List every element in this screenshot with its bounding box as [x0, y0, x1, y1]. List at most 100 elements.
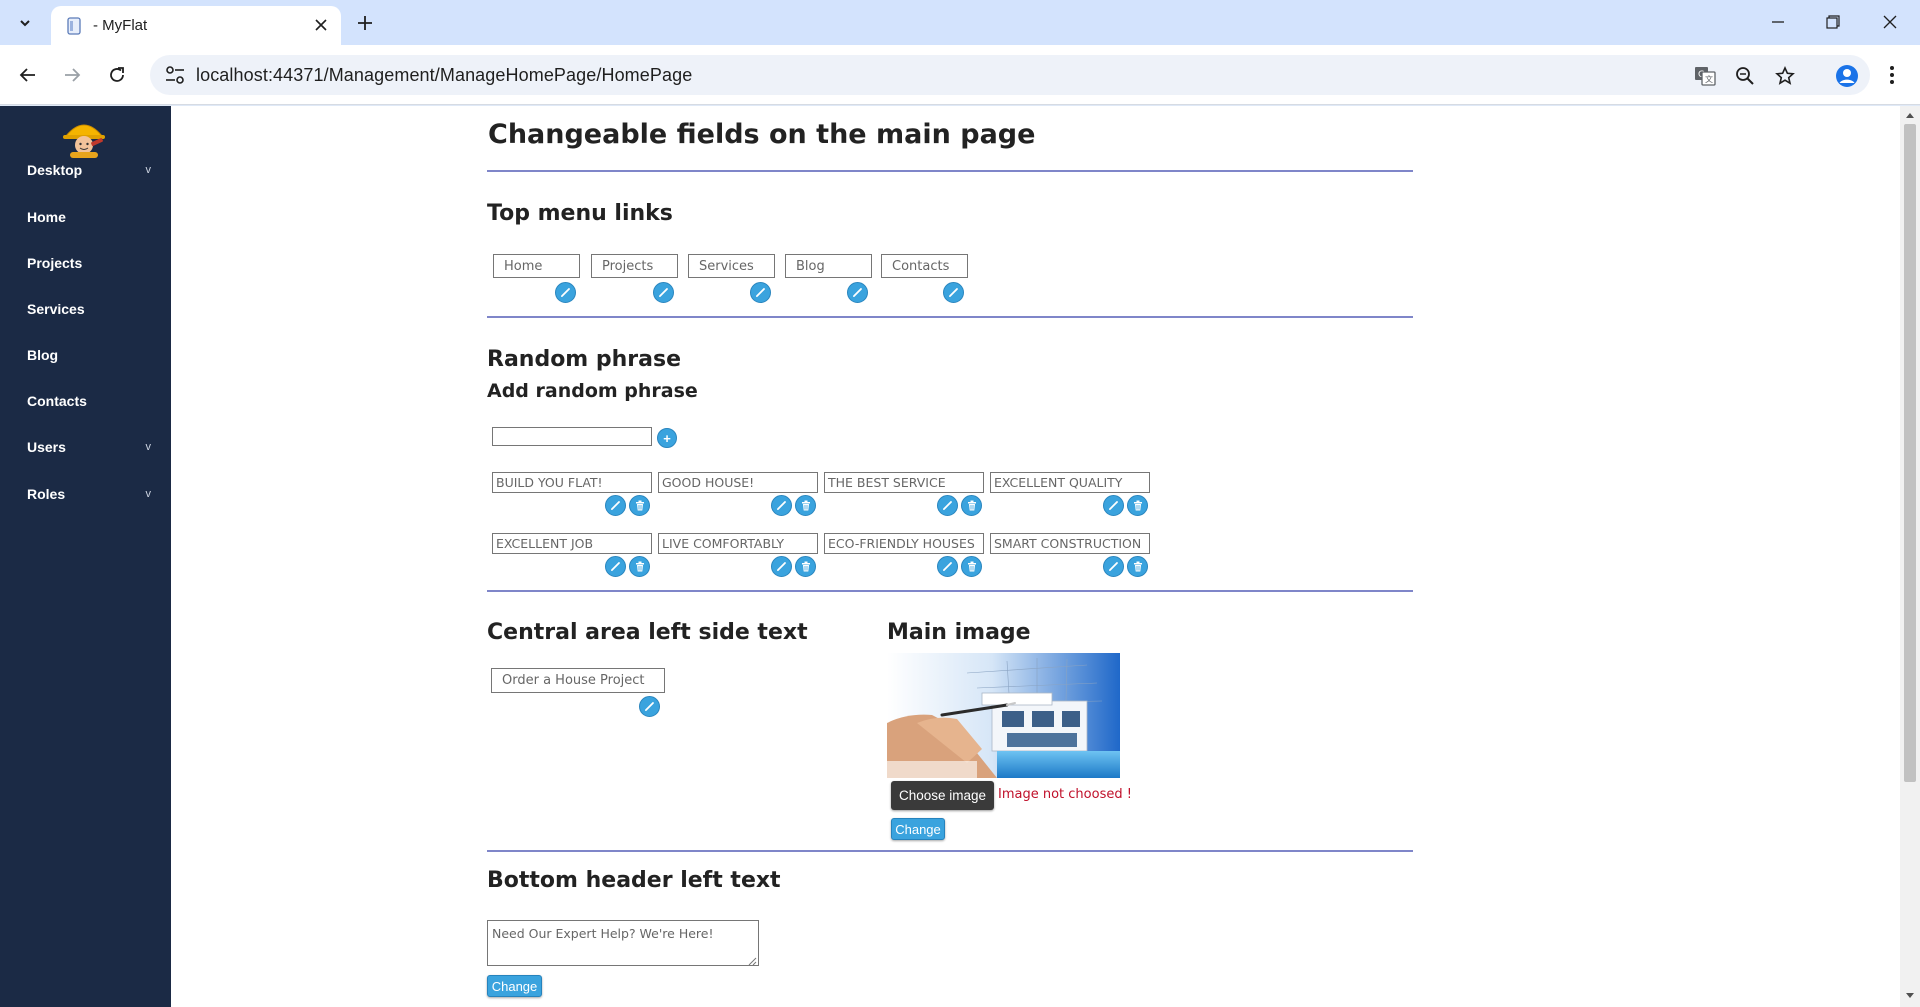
sidebar-item-roles[interactable]: Roles v	[0, 474, 171, 514]
pencil-icon	[942, 500, 953, 511]
resize-handle-icon[interactable]	[747, 954, 757, 966]
bookmark-star-icon[interactable]	[1772, 63, 1798, 89]
pencil-icon	[948, 287, 959, 298]
phrase-input[interactable]: SMART CONSTRUCTION	[990, 533, 1150, 554]
central-text-input[interactable]: Order a House Project	[491, 668, 665, 693]
pencil-icon	[852, 287, 863, 298]
url-text[interactable]: localhost:44371/Management/ManageHomePag…	[196, 65, 692, 86]
delete-phrase-button[interactable]	[795, 495, 816, 516]
bottom-header-textarea[interactable]: Need Our Expert Help? We're Here!	[487, 920, 759, 966]
pencil-icon	[1108, 561, 1119, 572]
edit-phrase-button[interactable]	[771, 495, 792, 516]
edit-menu-link-button[interactable]	[555, 282, 576, 303]
change-image-button[interactable]: Change	[891, 818, 945, 840]
central-text-heading: Central area left side text	[487, 620, 808, 645]
menu-link-input[interactable]: Home	[493, 254, 580, 278]
tab-title: - MyFlat	[93, 17, 148, 34]
edit-phrase-button[interactable]	[937, 495, 958, 516]
change-bottom-text-button[interactable]: Change	[487, 975, 542, 997]
profile-avatar-icon[interactable]	[1832, 61, 1862, 91]
page-scrollbar[interactable]	[1900, 106, 1920, 1007]
chevron-down-icon: v	[145, 488, 152, 500]
translate-icon[interactable]: G文	[1692, 63, 1718, 89]
phrase-input[interactable]: LIVE COMFORTABLY	[658, 533, 818, 554]
page-favicon-icon	[65, 16, 83, 35]
edit-phrase-button[interactable]	[1103, 556, 1124, 577]
close-window-icon[interactable]	[1870, 8, 1910, 36]
sidebar-item-users[interactable]: Users v	[0, 427, 171, 467]
pencil-icon	[610, 500, 621, 511]
new-tab-plus-icon[interactable]	[352, 10, 378, 36]
minimize-window-icon[interactable]	[1758, 8, 1798, 36]
trash-icon	[1133, 500, 1143, 511]
phrase-input[interactable]: EXCELLENT JOB	[492, 533, 652, 554]
delete-phrase-button[interactable]	[1127, 556, 1148, 577]
phrase-input[interactable]: EXCELLENT QUALITY	[990, 472, 1150, 493]
phrase-input[interactable]: GOOD HOUSE!	[658, 472, 818, 493]
delete-phrase-button[interactable]	[629, 495, 650, 516]
sidebar-item-label: Blog	[27, 347, 59, 363]
tab-search-chevron-icon[interactable]	[12, 10, 38, 36]
pencil-icon	[1108, 500, 1119, 511]
trash-icon	[635, 500, 645, 511]
plus-icon: +	[663, 430, 671, 446]
edit-phrase-button[interactable]	[1103, 495, 1124, 516]
scrollbar-thumb[interactable]	[1904, 124, 1916, 782]
zoom-icon[interactable]	[1732, 63, 1758, 89]
pencil-icon	[776, 561, 787, 572]
edit-menu-link-button[interactable]	[750, 282, 771, 303]
sidebar-item-label: Roles	[27, 486, 66, 502]
svg-text:文: 文	[1705, 74, 1713, 84]
delete-phrase-button[interactable]	[961, 495, 982, 516]
sidebar-item-contacts[interactable]: Contacts	[0, 381, 171, 421]
menu-link-input[interactable]: Contacts	[881, 254, 968, 278]
delete-phrase-button[interactable]	[1127, 495, 1148, 516]
page-viewport: Desktop v Home Projects Services Blog Co…	[0, 106, 1920, 1007]
sidebar-item-blog[interactable]: Blog	[0, 335, 171, 375]
site-info-icon[interactable]	[164, 65, 186, 85]
edit-phrase-button[interactable]	[937, 556, 958, 577]
edit-menu-link-button[interactable]	[653, 282, 674, 303]
scroll-down-arrow-icon[interactable]	[1905, 991, 1915, 1001]
choose-image-button[interactable]: Choose image	[891, 781, 994, 810]
edit-phrase-button[interactable]	[605, 495, 626, 516]
edit-menu-link-button[interactable]	[847, 282, 868, 303]
edit-central-text-button[interactable]	[639, 696, 660, 717]
phrase-input[interactable]: ECO-FRIENDLY HOUSES	[824, 533, 984, 554]
sidebar-item-projects[interactable]: Projects	[0, 243, 171, 283]
restore-window-icon[interactable]	[1813, 8, 1853, 36]
scroll-up-arrow-icon[interactable]	[1905, 110, 1915, 120]
phrase-input[interactable]: BUILD YOU FLAT!	[492, 472, 652, 493]
delete-phrase-button[interactable]	[795, 556, 816, 577]
reload-icon[interactable]	[103, 61, 131, 89]
delete-phrase-button[interactable]	[629, 556, 650, 577]
phrase-input[interactable]: THE BEST SERVICE	[824, 472, 984, 493]
pencil-icon	[942, 561, 953, 572]
menu-link-input[interactable]: Projects	[591, 254, 678, 278]
new-phrase-input[interactable]	[492, 427, 652, 446]
menu-link-input[interactable]: Blog	[785, 254, 872, 278]
main-image-heading: Main image	[887, 620, 1031, 645]
sidebar-item-label: Home	[27, 209, 66, 225]
forward-arrow-icon[interactable]	[58, 61, 86, 89]
trash-icon	[967, 561, 977, 572]
close-tab-icon[interactable]	[311, 15, 331, 35]
browser-tab[interactable]: - MyFlat	[51, 6, 341, 45]
edit-phrase-button[interactable]	[771, 556, 792, 577]
pencil-icon	[658, 287, 669, 298]
sidebar-item-label: Users	[27, 439, 66, 455]
delete-phrase-button[interactable]	[961, 556, 982, 577]
sidebar-item-home[interactable]: Home	[0, 197, 171, 237]
menu-link-input[interactable]: Services	[688, 254, 775, 278]
address-bar[interactable]: localhost:44371/Management/ManageHomePag…	[150, 55, 1870, 95]
browser-menu-icon[interactable]	[1878, 61, 1906, 89]
add-random-phrase-heading: Add random phrase	[487, 380, 698, 402]
sidebar-item-services[interactable]: Services	[0, 289, 171, 329]
pencil-icon	[776, 500, 787, 511]
back-arrow-icon[interactable]	[14, 61, 42, 89]
edit-phrase-button[interactable]	[605, 556, 626, 577]
sidebar-item-desktop[interactable]: Desktop v	[0, 150, 171, 190]
add-phrase-button[interactable]: +	[657, 428, 677, 448]
edit-menu-link-button[interactable]	[943, 282, 964, 303]
random-phrase-heading: Random phrase	[487, 347, 682, 372]
